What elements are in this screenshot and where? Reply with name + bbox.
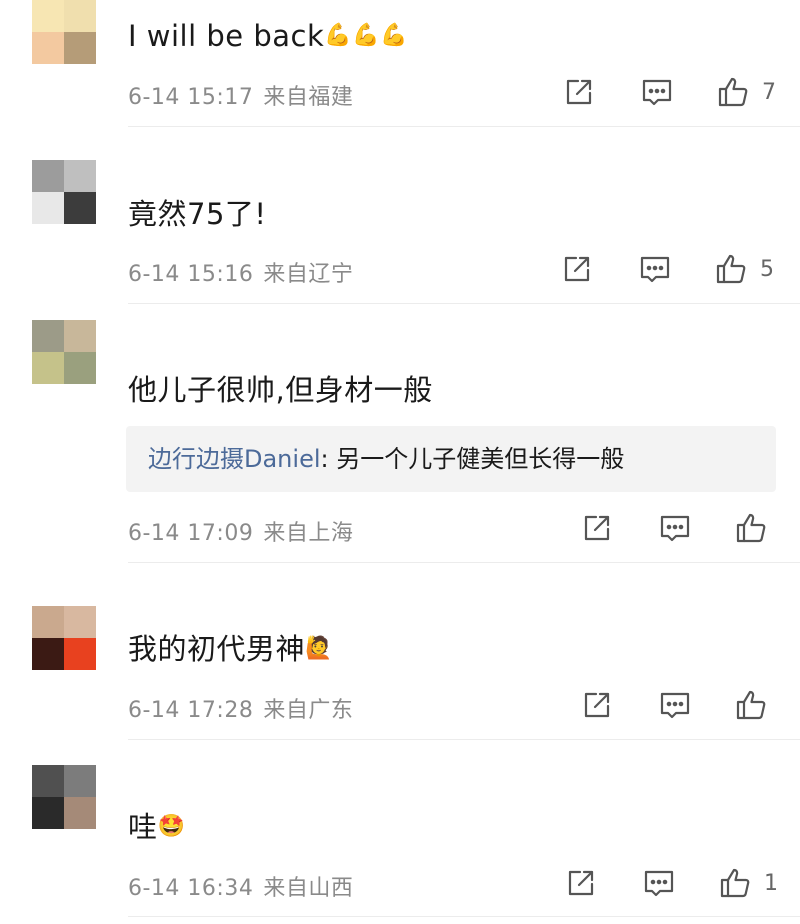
avatar-tile [32,797,64,829]
reply-preview[interactable]: 边行边摄Daniel: 另一个儿子健美但长得一般 [126,426,776,492]
like-count: 7 [762,80,776,105]
comment-location: 来自上海 [263,521,354,546]
share-button[interactable] [580,511,614,545]
comment-meta: 6-14 15:17 来自福建 [128,79,353,111]
comment-button[interactable] [658,688,692,722]
comment-button[interactable] [638,252,672,286]
thumbs-up-icon [716,254,746,284]
avatar-tile [32,765,64,797]
avatar-tile [64,320,96,352]
avatar-tile [32,192,64,224]
comment-date: 6-14 17:28 [128,698,254,723]
avatar-tile [64,192,96,224]
divider [128,126,800,127]
comment-body: 哇 [128,810,158,844]
avatar-tile [64,606,96,638]
thumbs-up-icon [736,513,766,543]
share-button[interactable] [564,866,598,900]
divider [128,916,800,917]
comment-icon [644,870,674,897]
comment-text: 竟然75了! [128,196,267,232]
like-count: 5 [760,257,774,282]
comment-meta: 6-14 17:28 来自广东 [128,692,353,724]
comment-text: 他儿子很帅,但身材一般 [128,372,433,408]
comment-text: 哇🤩 [128,809,185,845]
comment-location: 来自辽宁 [263,262,354,287]
comment-location: 来自福建 [263,85,354,110]
like-button[interactable] [734,688,768,722]
like-button[interactable] [734,511,768,545]
like-button[interactable] [718,866,752,900]
comment-body: 竟然75了! [128,197,267,231]
avatar-tile [32,606,64,638]
comment-meta: 6-14 16:34 来自山西 [128,870,353,902]
share-button[interactable] [562,75,596,109]
flexed-biceps-emoji: 💪💪💪 [324,23,408,48]
comment-text: I will be back💪💪💪 [128,18,408,54]
avatar-tile [64,352,96,384]
comment-text: 我的初代男神🙋 [128,631,333,667]
avatar-tile [64,797,96,829]
like-button[interactable] [716,75,750,109]
comment-location: 来自山西 [263,876,354,901]
reply-text: : 另一个儿子健美但长得一般 [320,445,625,473]
like-count: 1 [764,871,778,896]
share-icon [564,256,590,282]
comment-date: 6-14 16:34 [128,876,254,901]
share-icon [568,870,594,896]
thumbs-up-icon [720,868,750,898]
comment-button[interactable] [642,866,676,900]
divider [128,739,800,740]
comment-body: 他儿子很帅,但身材一般 [128,373,433,407]
like-button[interactable] [714,252,748,286]
share-button[interactable] [560,252,594,286]
avatar[interactable] [32,606,96,670]
share-icon [584,692,610,718]
avatar-tile [32,0,64,32]
avatar-tile [32,320,64,352]
share-button[interactable] [580,688,614,722]
avatar-tile [64,765,96,797]
avatar-tile [64,0,96,32]
reply-username[interactable]: 边行边摄Daniel [148,445,321,473]
comment-icon [640,256,670,283]
divider [128,303,800,304]
raising-hand-emoji: 🙋 [305,636,333,661]
comment-icon [660,515,690,542]
comment-date: 6-14 17:09 [128,521,254,546]
comment-date: 6-14 15:16 [128,262,254,287]
comment-button[interactable] [658,511,692,545]
comment-body: 我的初代男神 [128,632,306,666]
avatar-tile [32,352,64,384]
avatar-tile [64,32,96,64]
avatar-tile [32,32,64,64]
share-icon [584,515,610,541]
avatar-tile [64,160,96,192]
comment-button[interactable] [640,75,674,109]
avatar[interactable] [32,765,96,829]
avatar-tile [32,638,64,670]
comment-icon [642,79,672,106]
thumbs-up-icon [736,690,766,720]
comment-date: 6-14 15:17 [128,85,254,110]
comment-meta: 6-14 15:16 来自辽宁 [128,256,353,288]
divider [128,562,800,563]
share-icon [566,79,592,105]
comment-icon [660,692,690,719]
avatar[interactable] [32,160,96,224]
star-struck-emoji: 🤩 [157,814,186,839]
comment-meta: 6-14 17:09 来自上海 [128,515,353,547]
avatar-tile [64,638,96,670]
comment-body: I will be back [128,19,325,53]
thumbs-up-icon [718,77,748,107]
avatar[interactable] [32,320,96,384]
avatar[interactable] [32,0,96,64]
comment-location: 来自广东 [263,698,354,723]
avatar-tile [32,160,64,192]
